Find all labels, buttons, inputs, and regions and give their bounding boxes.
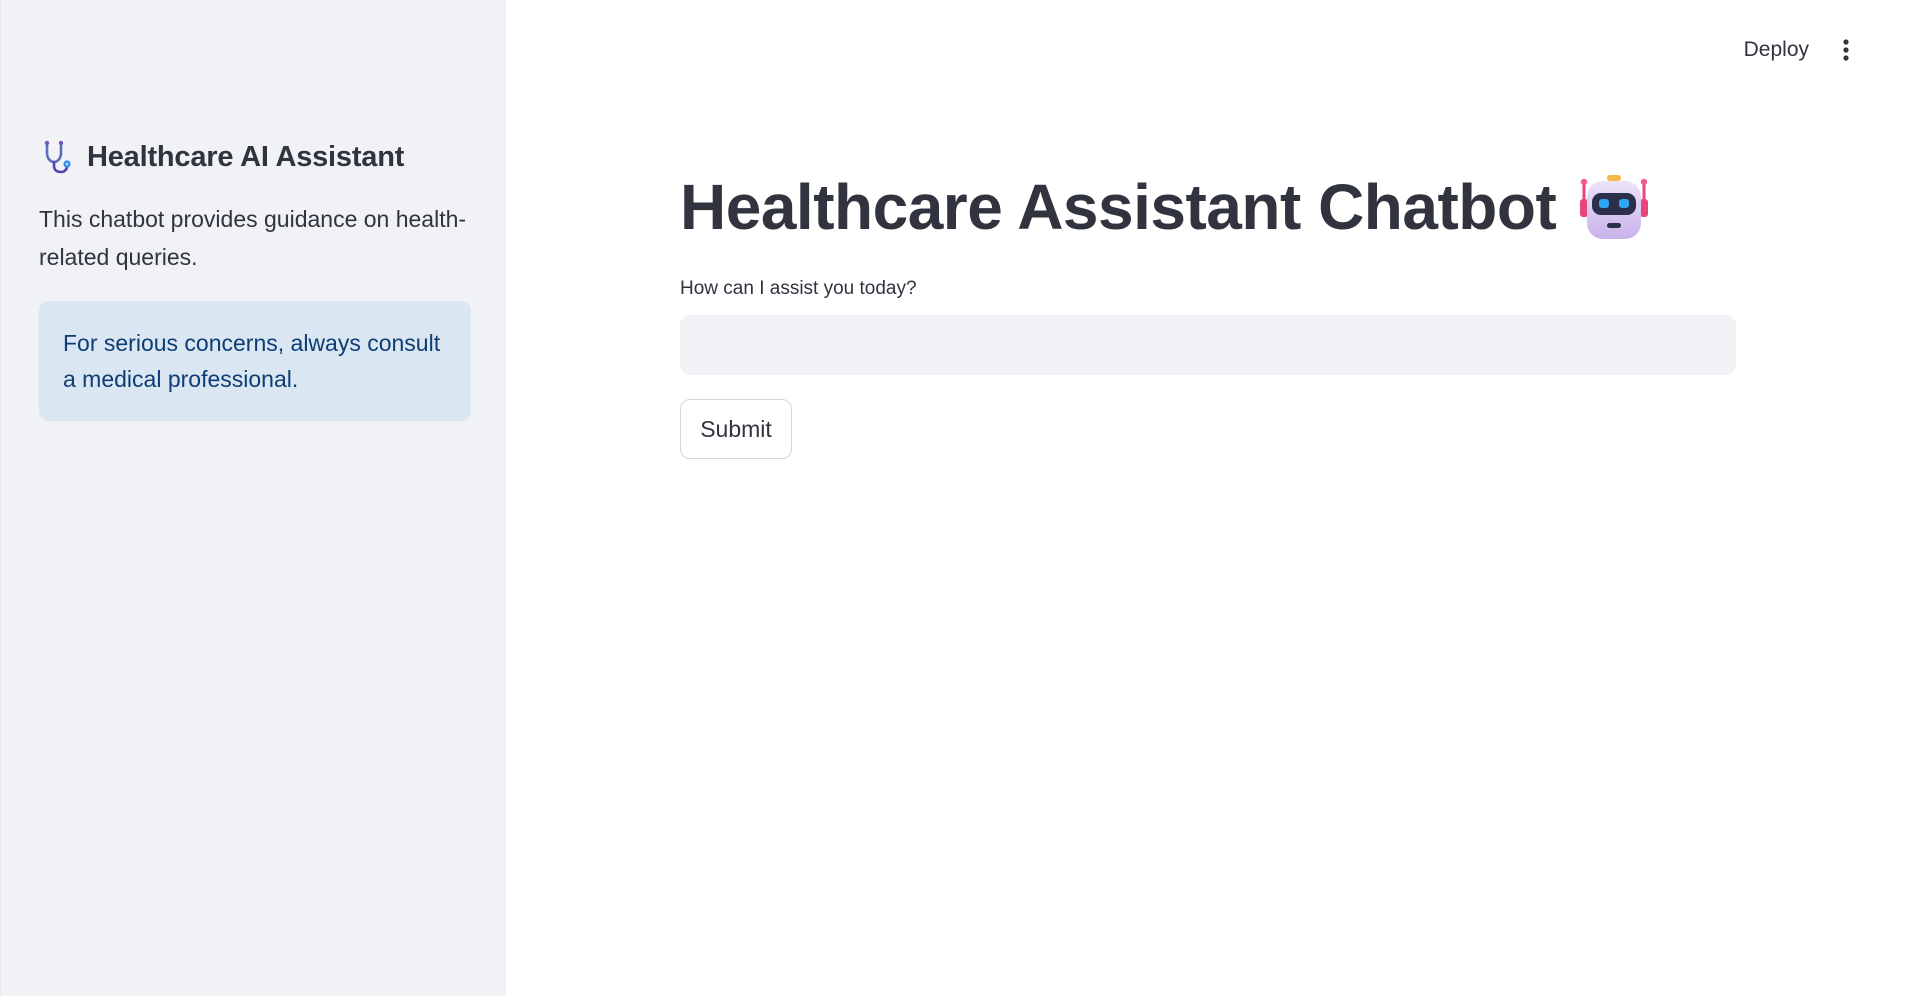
sidebar-description: This chatbot provides guidance on health… bbox=[39, 206, 467, 270]
info-alert: For serious concerns, always consult a m… bbox=[39, 301, 471, 421]
main-content: Deploy Healthcare Assistant Chatbot How … bbox=[506, 0, 1915, 996]
stethoscope-icon bbox=[39, 138, 77, 176]
sidebar-header: Healthcare AI Assistant bbox=[39, 138, 404, 176]
submit-button[interactable]: Submit bbox=[680, 399, 792, 459]
info-alert-text: For serious concerns, always consult a m… bbox=[63, 330, 441, 392]
sidebar: Healthcare AI Assistant This chatbot pro… bbox=[0, 0, 506, 996]
query-input[interactable] bbox=[680, 315, 1736, 375]
page-title: Healthcare Assistant Chatbot bbox=[680, 171, 1557, 243]
robot-icon bbox=[1578, 171, 1650, 243]
query-input-label: How can I assist you today? bbox=[680, 278, 917, 299]
deploy-button[interactable]: Deploy bbox=[1740, 36, 1813, 64]
sidebar-title: Healthcare AI Assistant bbox=[87, 140, 405, 173]
page-title-row: Healthcare Assistant Chatbot bbox=[680, 170, 1650, 244]
top-toolbar: Deploy bbox=[1615, 0, 1915, 100]
app-root: Healthcare AI Assistant This chatbot pro… bbox=[0, 0, 1915, 996]
kebab-menu-icon[interactable] bbox=[1833, 36, 1859, 64]
